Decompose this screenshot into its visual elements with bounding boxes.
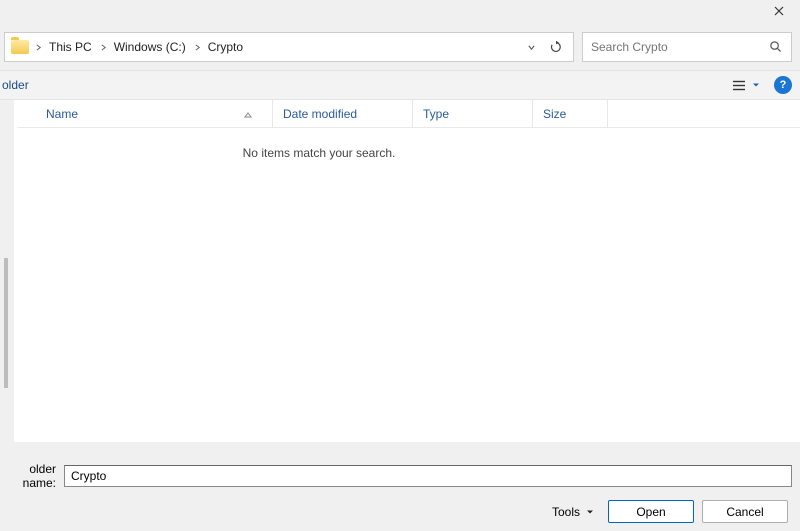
column-header-date[interactable]: Date modified	[273, 100, 413, 127]
close-button[interactable]	[758, 0, 800, 22]
search-input[interactable]	[591, 40, 763, 54]
search-box[interactable]	[582, 32, 792, 62]
view-mode-dropdown[interactable]	[752, 81, 766, 89]
column-headers: Name Date modified Type Size	[18, 100, 800, 128]
refresh-button[interactable]	[543, 40, 569, 54]
open-button[interactable]: Open	[608, 500, 694, 523]
breadcrumb-item[interactable]: Crypto	[206, 40, 245, 54]
cancel-button[interactable]: Cancel	[702, 500, 788, 523]
breadcrumb-bar[interactable]: This PC Windows (C:) Crypto	[4, 32, 574, 62]
chevron-down-icon	[752, 81, 760, 89]
view-mode-button[interactable]	[726, 80, 752, 91]
refresh-icon	[549, 40, 563, 54]
breadcrumb-item[interactable]: Windows (C:)	[112, 40, 188, 54]
toolbar-label[interactable]: older	[0, 78, 29, 92]
column-label: Type	[423, 107, 449, 121]
breadcrumb-item[interactable]: This PC	[47, 40, 94, 54]
folder-name-label: older name:	[0, 462, 56, 490]
column-label: Name	[46, 107, 78, 121]
tools-menu-button[interactable]: Tools	[546, 501, 600, 523]
folder-icon	[11, 40, 29, 54]
list-view-icon	[732, 80, 746, 91]
column-label: Size	[543, 107, 566, 121]
navigation-row: This PC Windows (C:) Crypto	[0, 28, 800, 70]
divider-handle[interactable]	[4, 258, 8, 388]
folder-name-row: older name:	[0, 462, 792, 490]
chevron-down-icon	[586, 508, 594, 516]
folder-name-input[interactable]	[64, 465, 792, 487]
file-area: Name Date modified Type Size No items ma…	[14, 100, 800, 442]
history-dropdown[interactable]	[523, 44, 539, 51]
column-label: Date modified	[283, 107, 357, 121]
tools-label: Tools	[552, 505, 580, 519]
spacer	[0, 442, 800, 456]
chevron-right-icon[interactable]	[192, 40, 202, 54]
title-bar	[0, 0, 800, 28]
chevron-right-icon[interactable]	[33, 40, 43, 54]
column-header-name[interactable]: Name	[18, 100, 273, 127]
dialog-footer: older name: Tools Open Cancel	[0, 456, 800, 531]
empty-state-message: No items match your search.	[18, 128, 620, 178]
sort-indicator-icon	[244, 107, 252, 121]
column-header-type[interactable]: Type	[413, 100, 533, 127]
toolbar: older ?	[0, 70, 800, 100]
close-icon	[774, 6, 784, 16]
search-icon	[769, 40, 783, 54]
button-row: Tools Open Cancel	[0, 500, 792, 523]
help-button[interactable]: ?	[774, 76, 792, 94]
column-header-size[interactable]: Size	[533, 100, 608, 127]
chevron-right-icon[interactable]	[98, 40, 108, 54]
file-list: Name Date modified Type Size No items ma…	[18, 100, 800, 442]
